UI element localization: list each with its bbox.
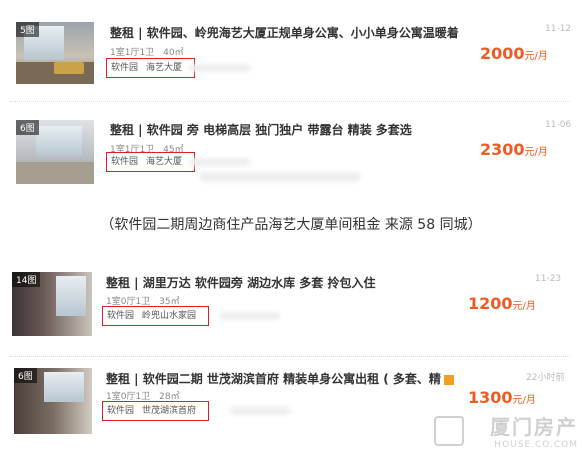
- photo-count-badge: 14图: [12, 272, 41, 287]
- tag-community[interactable]: 世茂湖滨首府: [142, 406, 196, 416]
- price-value: 1300: [468, 388, 513, 407]
- listing-location-tags: 软件园 海艺大厦: [106, 152, 196, 172]
- photo-count-badge: 6图: [16, 120, 39, 135]
- watermark-logo-icon: [434, 416, 464, 446]
- listing-price: 2300元/月: [480, 140, 548, 159]
- listing-photo[interactable]: 5图: [16, 22, 94, 84]
- listing-price: 2000元/月: [480, 44, 548, 63]
- price-value: 2300: [480, 140, 525, 159]
- listing-location-tags: 软件园 世茂湖滨首府: [102, 401, 210, 421]
- tag-district[interactable]: 软件园: [111, 63, 138, 73]
- listing-card[interactable]: 6图 整租 | 软件园 旁 电梯高层 独门独户 带露台 精装 多套选 1室1厅1…: [0, 102, 582, 202]
- listing-price: 1300元/月: [468, 388, 536, 407]
- listing-photo[interactable]: 6图: [16, 120, 94, 184]
- listing-date: 22小时前: [526, 373, 565, 383]
- tag-district[interactable]: 软件园: [111, 157, 138, 167]
- listing-card[interactable]: 5图 整租 | 软件园、岭兜海艺大厦正规单身公寓、小小单身公寓温暖着 1室1厅1…: [0, 0, 582, 100]
- price-value: 2000: [480, 44, 525, 63]
- hot-badge-icon: [443, 374, 454, 385]
- tag-district[interactable]: 软件园: [107, 406, 134, 416]
- price-unit: 元/月: [524, 51, 548, 62]
- listing-card[interactable]: 14图 整租 | 湖里万达 软件园旁 湖边水库 多套 拎包入住 1室0厅1卫 3…: [0, 262, 582, 354]
- photo-count-badge: 5图: [16, 22, 39, 37]
- watermark-text: 厦门房产: [490, 415, 578, 439]
- photo-count-badge: 6图: [14, 368, 37, 383]
- listing-location-tags: 软件园 岭兜山水家园: [102, 306, 210, 326]
- listing-room-info: 1室1厅1卫 40㎡: [110, 48, 184, 58]
- tag-district[interactable]: 软件园: [107, 311, 134, 321]
- price-value: 1200: [468, 294, 513, 313]
- listing-title[interactable]: 整租 | 软件园、岭兜海艺大厦正规单身公寓、小小单身公寓温暖着: [110, 24, 459, 41]
- watermark: 厦门房产 HOUSE.CO.COM: [490, 411, 578, 450]
- price-unit: 元/月: [524, 147, 548, 158]
- listing-location-tags: 软件园 海艺大厦: [106, 58, 196, 78]
- tag-community[interactable]: 海艺大厦: [146, 157, 182, 167]
- listing-date: 11-12: [545, 24, 572, 34]
- listing-photo[interactable]: 6图: [14, 368, 92, 434]
- price-unit: 元/月: [512, 395, 536, 406]
- source-caption: （软件园二期周边商住产品海艺大厦单间租金 来源 58 同城）: [100, 217, 482, 233]
- listing-divider: [10, 356, 570, 357]
- tag-community[interactable]: 海艺大厦: [146, 63, 182, 73]
- listing-photo[interactable]: 14图: [12, 272, 92, 336]
- tag-community[interactable]: 岭兜山水家园: [142, 311, 196, 321]
- watermark-domain: HOUSE.CO.COM: [494, 440, 578, 450]
- listing-date: 11-23: [535, 274, 562, 284]
- listing-title[interactable]: 整租 | 软件园 旁 电梯高层 独门独户 带露台 精装 多套选: [110, 121, 412, 138]
- listing-price: 1200元/月: [468, 294, 536, 313]
- price-unit: 元/月: [512, 301, 536, 312]
- listing-title[interactable]: 整租 | 湖里万达 软件园旁 湖边水库 多套 拎包入住: [106, 274, 375, 291]
- listing-date: 11-06: [545, 120, 572, 130]
- listing-title[interactable]: 整租 | 软件园二期 世茂湖滨首府 精装单身公寓出租 ( 多套、精: [106, 370, 454, 387]
